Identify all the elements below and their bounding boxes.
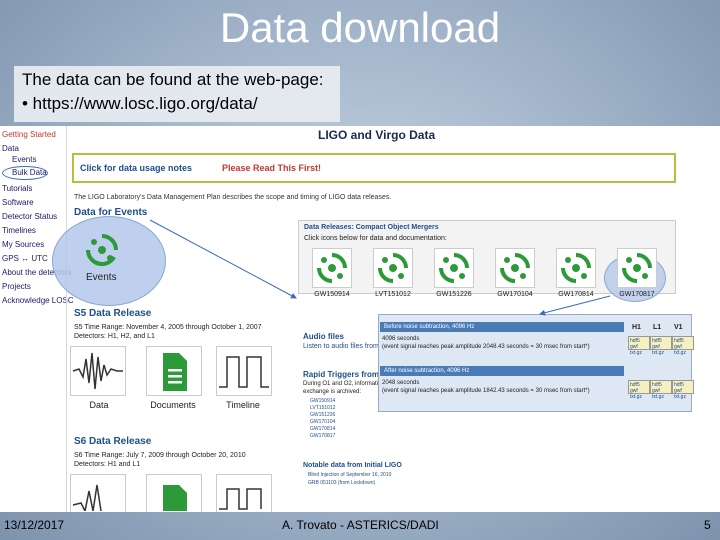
callout-arrows <box>149 219 611 316</box>
footer-date: 13/12/2017 <box>4 518 65 532</box>
gw170817-to-noise-arrow <box>539 295 611 316</box>
footer-author: A. Trovato - ASTERICS/DADI <box>282 518 439 532</box>
footer-page-number: 5 <box>704 518 711 532</box>
events-to-mergers-arrow <box>149 219 297 299</box>
